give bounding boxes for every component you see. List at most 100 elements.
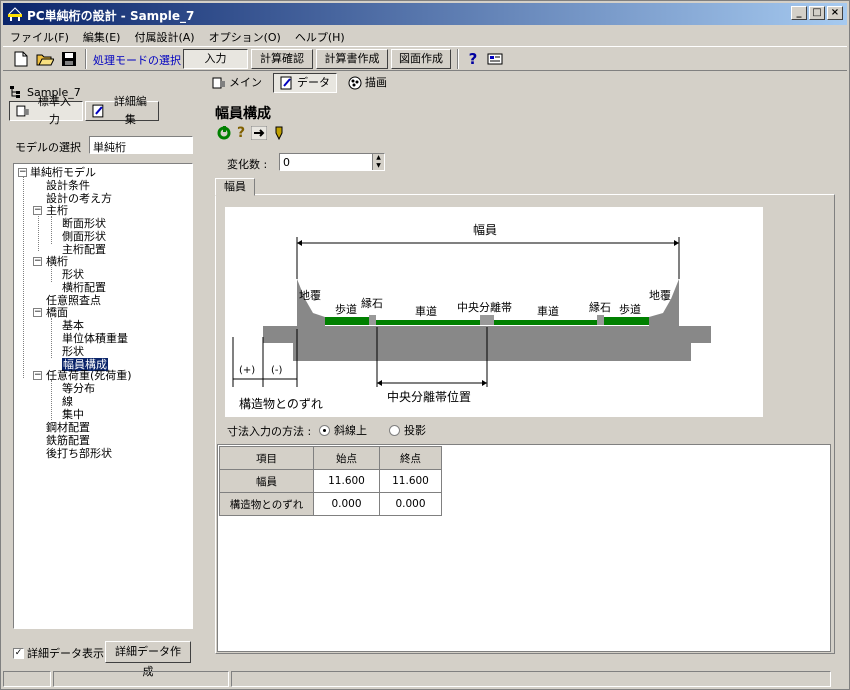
right-roadway bbox=[494, 320, 597, 325]
save-icon[interactable] bbox=[59, 49, 79, 69]
left-sidewalk bbox=[325, 317, 369, 325]
app-icon bbox=[8, 7, 22, 21]
mode-calc-check-button[interactable]: 計算確認 bbox=[251, 49, 313, 69]
col-header-start: 始点 bbox=[313, 446, 380, 470]
menu-accessory[interactable]: 付属設計(A) bbox=[127, 26, 201, 45]
tree-node[interactable]: 断面形状 bbox=[62, 217, 106, 230]
tree-structure-icon bbox=[10, 86, 20, 98]
tab-data[interactable]: データ bbox=[273, 73, 337, 93]
diagram-label: 歩道 bbox=[335, 302, 357, 316]
open-folder-icon[interactable] bbox=[35, 49, 55, 69]
row-header: 構造物とのずれ bbox=[219, 492, 314, 516]
menu-help[interactable]: ヘルプ(H) bbox=[288, 26, 352, 45]
title-bar[interactable]: PC単純桁の設計 - Sample_7 _ □ × bbox=[3, 3, 847, 25]
tree-node[interactable]: 等分布 bbox=[62, 382, 95, 395]
diagram-label: 地覆 bbox=[649, 289, 671, 302]
spinner-arrows-icon[interactable]: ▲ ▼ bbox=[372, 154, 384, 170]
menu-options[interactable]: オプション(O) bbox=[202, 26, 288, 45]
expand-toggle[interactable]: − bbox=[33, 257, 42, 266]
main-tab-icon bbox=[212, 77, 225, 89]
expand-toggle[interactable]: − bbox=[33, 206, 42, 215]
tree-node[interactable]: 任意荷重(死荷重) bbox=[46, 369, 132, 382]
tree-node[interactable]: 形状 bbox=[62, 268, 84, 281]
tree-node[interactable]: 側面形状 bbox=[62, 230, 106, 243]
help-icon[interactable]: ? bbox=[237, 125, 245, 141]
pointer-hand-icon[interactable] bbox=[251, 126, 268, 140]
tab-standard-input-label: 標準入力 bbox=[37, 95, 71, 126]
expand-toggle[interactable]: − bbox=[18, 168, 27, 177]
pen-icon[interactable] bbox=[273, 126, 285, 140]
offset-label: 構造物とのずれ bbox=[239, 397, 323, 411]
tab-width[interactable]: 幅員 bbox=[215, 178, 255, 196]
model-select-field[interactable]: 単純桁 bbox=[89, 136, 193, 154]
cell-end[interactable]: 0.000 bbox=[379, 492, 442, 516]
tab-main-label: メイン bbox=[229, 76, 262, 89]
menu-file[interactable]: ファイル(F) bbox=[3, 26, 76, 45]
tab-data-label: データ bbox=[297, 76, 330, 89]
tree-node[interactable]: 線 bbox=[62, 395, 73, 408]
status-bar bbox=[3, 669, 847, 689]
tab-standard-input[interactable]: 標準入力 bbox=[9, 95, 83, 126]
tree-node[interactable]: 形状 bbox=[62, 345, 84, 358]
info-icon[interactable] bbox=[485, 49, 505, 69]
tab-draw[interactable]: 描画 bbox=[341, 73, 394, 93]
radio-slanted[interactable]: 斜線上 bbox=[319, 422, 367, 438]
menu-edit[interactable]: 編集(E) bbox=[76, 26, 128, 45]
mode-input-button[interactable]: 入力 bbox=[183, 49, 248, 69]
cell-end[interactable]: 11.600 bbox=[379, 469, 442, 493]
right-curbstone bbox=[597, 315, 604, 325]
section-title: 幅員構成 bbox=[215, 106, 271, 122]
tree-node[interactable]: 主桁 bbox=[46, 204, 68, 217]
maximize-button[interactable]: □ bbox=[809, 6, 825, 20]
create-detail-data-button[interactable]: 詳細データ作成 bbox=[105, 641, 191, 678]
median bbox=[480, 315, 494, 325]
row-header: 幅員 bbox=[219, 469, 314, 493]
model-tree[interactable]: − 単純桁モデル 設計条件 設計の考え方 − 主桁 断面形状 側面形状 主桁配置… bbox=[13, 163, 193, 629]
toolbar: 処理モードの選択 入力 計算確認 計算書作成 図面作成 ? bbox=[3, 46, 847, 71]
right-sidewalk bbox=[604, 317, 649, 325]
diagram-label: 地覆 bbox=[299, 289, 321, 302]
tree-node[interactable]: 集中 bbox=[62, 408, 84, 421]
window-title: PC単純桁の設計 - Sample_7 bbox=[27, 9, 195, 23]
table-row: 構造物とのずれ 0.000 0.000 bbox=[219, 492, 442, 516]
tree-node[interactable]: 主桁配置 bbox=[62, 243, 106, 256]
method-label: 寸法入力の方法 : bbox=[227, 425, 312, 438]
expand-toggle[interactable]: − bbox=[33, 371, 42, 380]
status-cell bbox=[53, 671, 229, 687]
new-file-icon[interactable] bbox=[11, 49, 31, 69]
radio-empty-icon bbox=[389, 424, 400, 436]
count-spinner[interactable]: 0 ▲ ▼ bbox=[279, 153, 385, 171]
detail-data-checkbox[interactable]: ✓ bbox=[13, 647, 24, 659]
count-label: 変化数 : bbox=[227, 158, 268, 171]
tree-node[interactable]: 鋼材配置 bbox=[46, 421, 90, 434]
section-icons: ? bbox=[217, 125, 285, 141]
tree-node[interactable]: 鉄筋配置 bbox=[46, 434, 90, 447]
tab-main[interactable]: メイン bbox=[205, 73, 269, 93]
minimize-button[interactable]: _ bbox=[791, 6, 807, 20]
tree-node[interactable]: 単位体積重量 bbox=[62, 332, 128, 345]
tab-detail-edit[interactable]: 詳細編集 bbox=[85, 95, 159, 126]
tree-node[interactable]: 後打ち部形状 bbox=[46, 447, 112, 460]
mode-report-button[interactable]: 計算書作成 bbox=[316, 49, 388, 69]
tree-node[interactable]: 設計条件 bbox=[46, 179, 90, 192]
col-header-item: 項目 bbox=[219, 446, 314, 470]
help-icon[interactable]: ? bbox=[463, 49, 483, 69]
tree-node[interactable]: 横桁 bbox=[46, 255, 68, 268]
tree-node[interactable]: 橋面 bbox=[46, 306, 68, 319]
median-position-label: 中央分離帯位置 bbox=[387, 389, 471, 404]
radio-projection-label: 投影 bbox=[404, 424, 426, 437]
cell-start[interactable]: 11.600 bbox=[313, 469, 380, 493]
tree-node[interactable]: 単純桁モデル bbox=[30, 166, 96, 179]
radio-projection[interactable]: 投影 bbox=[389, 422, 426, 438]
expand-toggle[interactable]: − bbox=[33, 308, 42, 317]
cell-start[interactable]: 0.000 bbox=[313, 492, 380, 516]
app-window: PC単純桁の設計 - Sample_7 _ □ × ファイル(F) 編集(E) … bbox=[0, 0, 850, 690]
detail-data-checkbox-row[interactable]: ✓ 詳細データ表示 bbox=[13, 645, 104, 661]
model-select-label: モデルの選択 bbox=[15, 141, 81, 154]
mode-drawing-button[interactable]: 図面作成 bbox=[391, 49, 451, 69]
tree-node[interactable]: 基本 bbox=[62, 319, 84, 332]
refresh-icon[interactable] bbox=[217, 126, 231, 140]
view-tabs: メイン データ 描画 bbox=[205, 73, 394, 93]
close-button[interactable]: × bbox=[827, 6, 843, 20]
tree-node[interactable]: 横桁配置 bbox=[62, 281, 106, 294]
